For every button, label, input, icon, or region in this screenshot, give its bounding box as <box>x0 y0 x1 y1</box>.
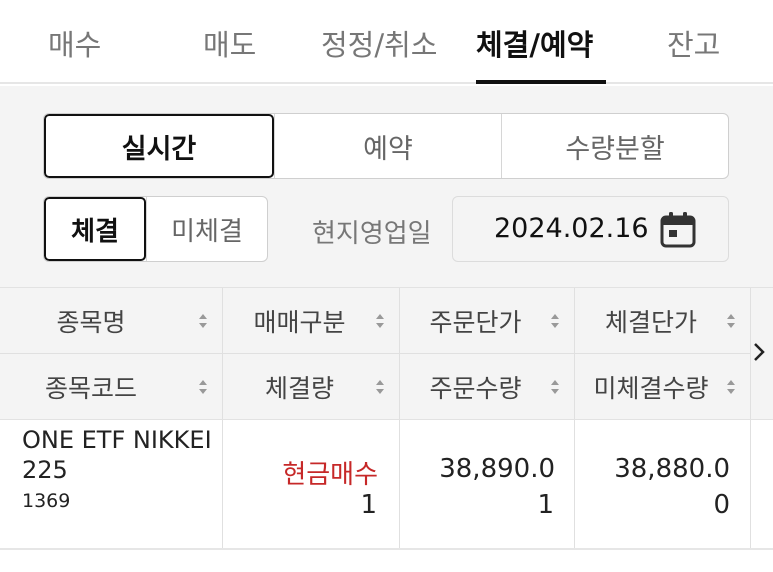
column-divider <box>222 420 223 548</box>
tab-balance[interactable]: 잔고 <box>667 22 720 64</box>
header-label: 체결단가 <box>604 308 697 337</box>
sort-icon <box>376 380 384 394</box>
date-picker[interactable]: 2024.02.16 <box>452 196 729 262</box>
date-value: 2024.02.16 <box>494 213 649 244</box>
segment-quantity-split[interactable]: 수량분할 <box>501 114 728 178</box>
column-divider <box>574 420 575 548</box>
column-divider <box>222 288 223 419</box>
tab-executed-reserved[interactable]: 체결/예약 <box>476 22 593 64</box>
local-business-date-label: 현지영업일 <box>312 219 432 249</box>
tab-buy[interactable]: 매수 <box>48 22 101 64</box>
tab-sell[interactable]: 매도 <box>203 22 256 64</box>
top-tab-bar: 매수 매도 정정/취소 체결/예약 잔고 <box>0 0 773 84</box>
header-order-price[interactable]: 주문단가 <box>399 288 574 354</box>
trade-type: 현금매수 <box>282 460 378 490</box>
header-label: 체결량 <box>264 374 334 403</box>
active-tab-indicator <box>476 80 606 84</box>
header-label: 종목코드 <box>44 374 137 403</box>
header-order-qty[interactable]: 주문수량 <box>399 354 574 420</box>
execution-segmented-control: 체결 미체결 <box>43 196 268 262</box>
header-exec-price[interactable]: 체결단가 <box>574 288 750 354</box>
order-price: 38,890.0 <box>439 454 555 484</box>
header-label: 매매구분 <box>253 308 346 337</box>
mode-segmented-control: 실시간 예약 수량분할 <box>43 113 729 179</box>
sort-icon <box>727 314 735 328</box>
sort-icon <box>199 314 207 328</box>
order-qty: 1 <box>537 490 554 520</box>
header-trade-type[interactable]: 매매구분 <box>222 288 399 354</box>
header-divider <box>0 353 750 354</box>
stock-name-line2: 225 <box>22 456 68 484</box>
segment-unexecuted[interactable]: 미체결 <box>146 197 267 261</box>
tab-modify-cancel[interactable]: 정정/취소 <box>321 22 438 64</box>
sort-icon <box>551 380 559 394</box>
sort-icon <box>376 314 384 328</box>
stock-code: 1369 <box>22 490 71 512</box>
sort-icon <box>551 314 559 328</box>
segment-executed[interactable]: 체결 <box>44 197 146 261</box>
header-label: 주문단가 <box>429 308 522 337</box>
unexec-qty: 0 <box>713 490 730 520</box>
sort-icon <box>727 380 735 394</box>
table-header: 종목명 매매구분 주문단가 체결단가 종목코드 체결량 주문수량 미체결수량 <box>0 287 773 420</box>
header-label: 미체결수량 <box>593 374 709 403</box>
column-divider <box>399 420 400 548</box>
segment-reserved[interactable]: 예약 <box>274 114 501 178</box>
header-label: 주문수량 <box>429 374 522 403</box>
stock-name: ONE ETF NIKKEI <box>22 426 212 454</box>
segment-realtime[interactable]: 실시간 <box>44 114 274 178</box>
exec-price: 38,880.0 <box>614 454 730 484</box>
column-divider <box>750 420 751 548</box>
table-row[interactable]: ONE ETF NIKKEI 225 1369 현금매수 1 38,890.0 … <box>0 420 773 550</box>
header-label: 종목명 <box>56 308 126 337</box>
exec-qty: 1 <box>360 490 377 520</box>
calendar-icon[interactable] <box>659 211 697 249</box>
column-divider <box>574 288 575 419</box>
sort-icon <box>199 380 207 394</box>
header-exec-qty[interactable]: 체결량 <box>222 354 399 420</box>
header-stock-name[interactable]: 종목명 <box>0 288 222 354</box>
column-divider <box>399 288 400 419</box>
header-stock-code[interactable]: 종목코드 <box>0 354 222 420</box>
chevron-right-icon[interactable] <box>750 340 768 364</box>
header-unexec-qty[interactable]: 미체결수량 <box>574 354 750 420</box>
